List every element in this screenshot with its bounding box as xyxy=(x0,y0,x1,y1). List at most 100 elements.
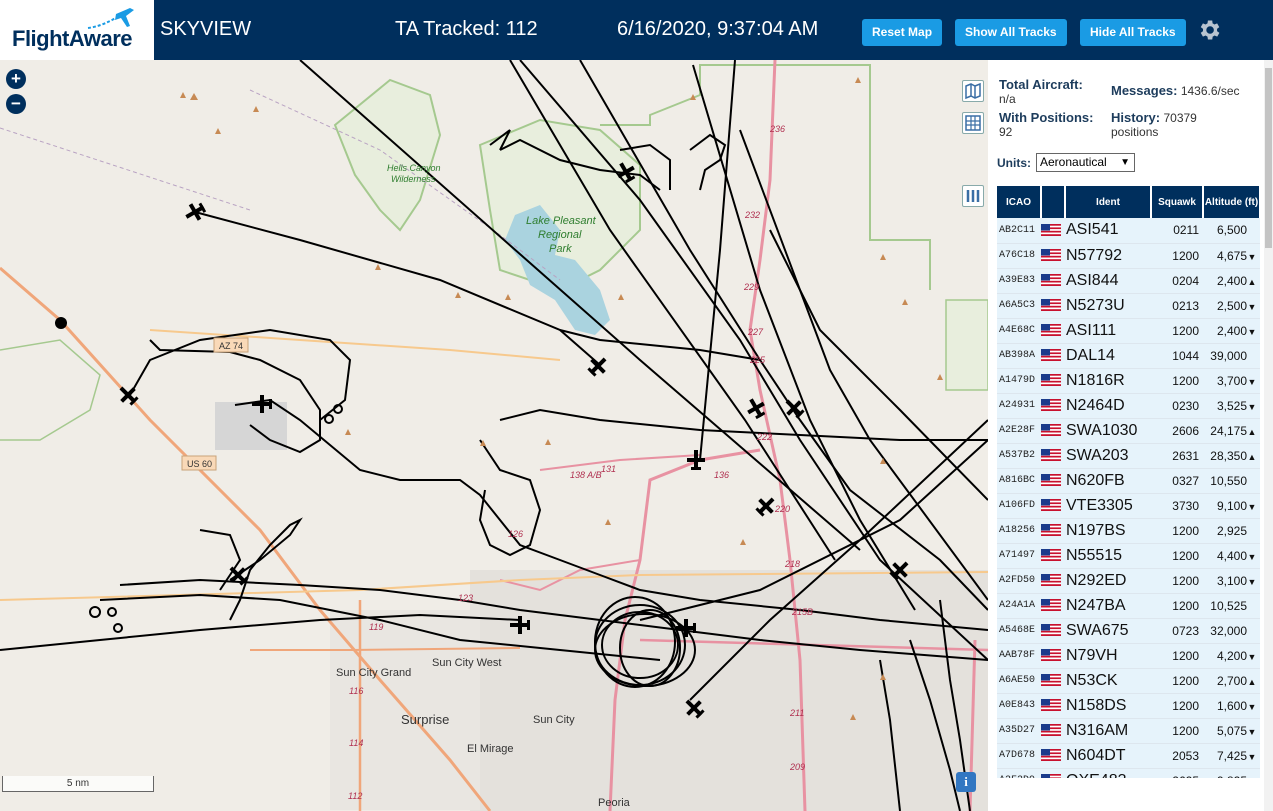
us-flag-icon xyxy=(1041,349,1061,362)
table-row[interactable]: A6AE50 N53CK 1200 2,700▲ xyxy=(997,668,1260,694)
info-button[interactable]: i xyxy=(956,772,976,792)
header-altitude[interactable]: Altitude (ft) xyxy=(1203,186,1261,218)
altitude-cell: 10,550 xyxy=(1203,468,1260,494)
table-row[interactable]: A1479D N1816R 1200 3,700▼ xyxy=(997,368,1260,394)
table-row[interactable]: AAB78F N79VH 1200 4,200▼ xyxy=(997,643,1260,669)
ident-cell: SWA1030 xyxy=(1065,418,1151,444)
table-row[interactable]: A816BC N620FB 0327 10,550 xyxy=(997,468,1260,494)
flag-cell xyxy=(1041,668,1065,694)
flag-cell xyxy=(1041,743,1065,769)
app-title: SKYVIEW xyxy=(160,18,252,40)
header-ident[interactable]: Ident xyxy=(1065,186,1152,218)
label-sun-city: Sun City xyxy=(533,714,575,726)
aircraft-panel: Total Aircraft: n/a Messages: 1436.6/sec… xyxy=(988,60,1273,811)
grid-overlay-button[interactable] xyxy=(962,112,984,134)
zoom-in-button[interactable]: + xyxy=(6,69,26,89)
table-row[interactable]: A35D27 N316AM 1200 5,075▼ xyxy=(997,718,1260,744)
ident-cell: N2464D xyxy=(1065,393,1151,419)
squawk-cell: 1200 xyxy=(1151,643,1203,669)
squawk-cell: 1200 xyxy=(1151,668,1203,694)
ident-cell: ASI844 xyxy=(1065,268,1151,294)
scale-label: 5 nm xyxy=(66,778,90,789)
units-select[interactable]: Aeronautical ▼ xyxy=(1036,153,1135,172)
road-label: 116 xyxy=(349,686,363,696)
top-header: FlightAware SKYVIEW TA Tracked: 112 6/16… xyxy=(0,0,1273,60)
table-row[interactable]: A18256 N197BS 1200 2,925 xyxy=(997,518,1260,544)
table-row[interactable]: A6A5C3 N5273U 0213 2,500▼ xyxy=(997,293,1260,319)
with-positions-value: 92 xyxy=(999,125,1013,139)
flag-cell xyxy=(1041,268,1065,294)
altitude-value: 32,000 xyxy=(1210,623,1247,638)
altitude-value: 2,700 xyxy=(1216,673,1247,688)
road-label: 126 xyxy=(508,529,523,539)
squawk-cell: 0723 xyxy=(1151,618,1203,644)
altitude-trend-icon: ▼ xyxy=(1247,651,1257,662)
icao-cell: A0E843 xyxy=(997,693,1041,719)
table-row[interactable]: AB2C11 ASI541 0211 6,500 xyxy=(997,218,1260,244)
show-all-tracks-button[interactable]: Show All Tracks xyxy=(955,19,1067,46)
panel-scroll-thumb[interactable] xyxy=(1265,68,1272,248)
gear-icon[interactable] xyxy=(1196,17,1222,43)
ident-cell: N1816R xyxy=(1065,368,1151,394)
grid-icon xyxy=(965,115,981,131)
table-row[interactable]: A0E843 N158DS 1200 1,600▼ xyxy=(997,693,1260,719)
table-row[interactable]: A39E83 ASI844 0204 2,400▲ xyxy=(997,268,1260,294)
squawk-cell: 1200 xyxy=(1151,593,1203,619)
table-header-row: ICAO Ident Squawk Altitude (ft) xyxy=(997,186,1261,218)
tracked-count: TA Tracked: 112 xyxy=(395,18,538,40)
header-icao[interactable]: ICAO xyxy=(997,186,1042,218)
map-layer-button[interactable] xyxy=(962,80,984,102)
road-label: 215B xyxy=(791,607,813,617)
us-flag-icon xyxy=(1041,624,1061,637)
hide-all-tracks-button[interactable]: Hide All Tracks xyxy=(1080,19,1186,46)
road-label: 211 xyxy=(789,708,804,718)
columns-toggle-button[interactable] xyxy=(962,185,984,207)
table-row[interactable]: A76C18 N57792 1200 4,675▼ xyxy=(997,243,1260,269)
altitude-trend-icon: ▼ xyxy=(1247,701,1257,712)
us-flag-icon xyxy=(1041,699,1061,712)
history-label: History: xyxy=(1111,110,1161,125)
icao-cell: A1479D xyxy=(997,368,1041,394)
us-flag-icon xyxy=(1041,399,1061,412)
ident-cell: N55515 xyxy=(1065,543,1151,569)
ident-cell: SWA203 xyxy=(1065,443,1151,469)
logo-text: FlightAware xyxy=(12,26,133,51)
squawk-cell: 2053 xyxy=(1151,743,1203,769)
us-flag-icon xyxy=(1041,549,1061,562)
ident-cell: DAL14 xyxy=(1065,343,1151,369)
header-squawk[interactable]: Squawk xyxy=(1151,186,1204,218)
map-canvas[interactable]: Hells Canyon Wilderness Lake Pleasant Re… xyxy=(0,60,988,811)
altitude-cell: 1,600▼ xyxy=(1203,693,1260,719)
altitude-value: 2,925 xyxy=(1216,523,1247,538)
units-label: Units: xyxy=(997,156,1031,170)
table-row[interactable]: A537B2 SWA203 2631 28,350▲ xyxy=(997,443,1260,469)
messages-label: Messages: xyxy=(1111,83,1178,98)
table-row[interactable]: AB398A DAL14 1044 39,000 xyxy=(997,343,1260,369)
table-row[interactable]: A106FD VTE3305 3730 9,100▼ xyxy=(997,493,1260,519)
table-row[interactable]: A2E28F SWA1030 2606 24,175▲ xyxy=(997,418,1260,444)
table-row[interactable]: A24A1A N247BA 1200 10,525 xyxy=(997,593,1260,619)
us-flag-icon xyxy=(1041,724,1061,737)
us-flag-icon xyxy=(1041,674,1061,687)
us-flag-icon xyxy=(1041,224,1061,237)
table-row[interactable]: A4E68C ASI111 1200 2,400▼ xyxy=(997,318,1260,344)
altitude-trend-icon: ▲ xyxy=(1247,676,1257,687)
header-flag[interactable] xyxy=(1041,186,1066,218)
road-label: 123 xyxy=(458,593,473,603)
ident-cell: N197BS xyxy=(1065,518,1151,544)
table-row[interactable]: A5468E SWA675 0723 32,000 xyxy=(997,618,1260,644)
squawk-cell: 0327 xyxy=(1151,468,1203,494)
chevron-down-icon: ▼ xyxy=(1120,157,1130,168)
table-row[interactable]: A71497 N55515 1200 4,400▼ xyxy=(997,543,1260,569)
reset-map-button[interactable]: Reset Map xyxy=(862,19,943,46)
table-row[interactable]: A2FD50 N292ED 1200 3,100▼ xyxy=(997,568,1260,594)
table-row[interactable]: A24931 N2464D 0230 3,525▼ xyxy=(997,393,1260,419)
zoom-out-button[interactable]: − xyxy=(6,94,26,114)
table-row[interactable]: A7D678 N604DT 2053 7,425▼ xyxy=(997,743,1260,769)
flag-cell xyxy=(1041,468,1065,494)
flightaware-logo[interactable]: FlightAware xyxy=(0,0,154,60)
squawk-cell: 0230 xyxy=(1151,393,1203,419)
altitude-value: 24,175 xyxy=(1210,423,1247,438)
ident-cell: ASI111 xyxy=(1065,318,1151,344)
flag-cell xyxy=(1041,693,1065,719)
